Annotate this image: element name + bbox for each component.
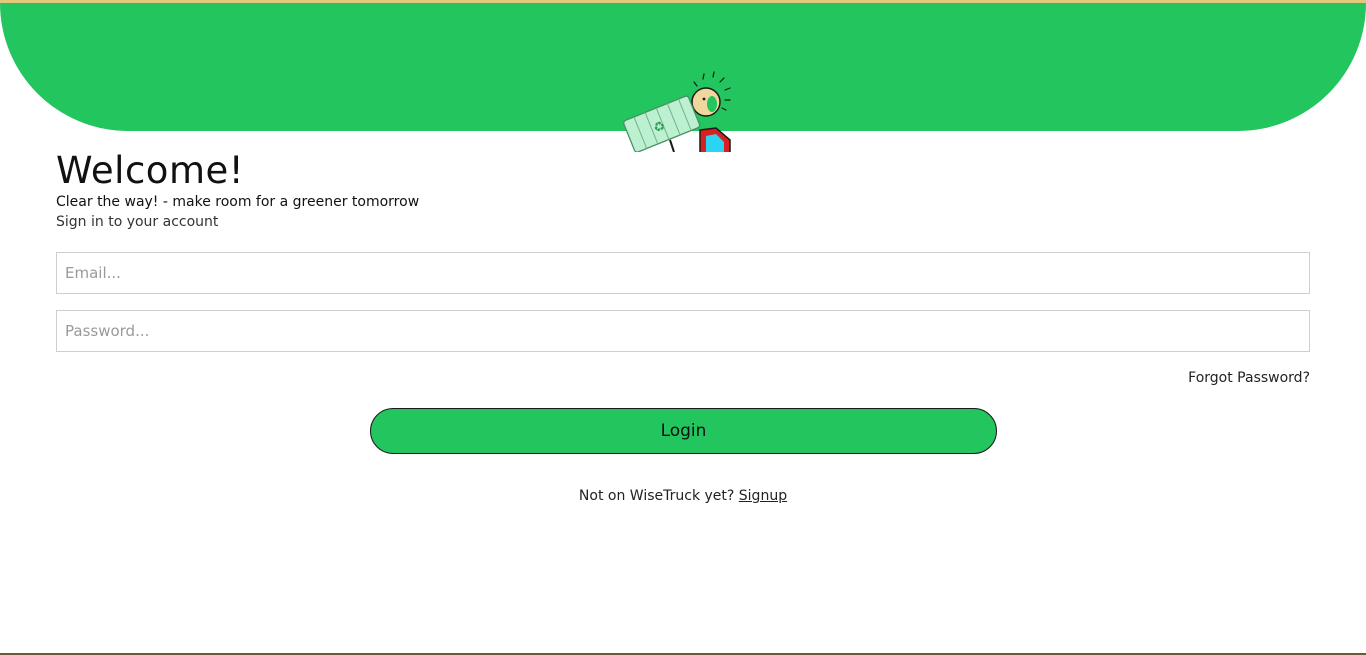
email-field[interactable] [56,252,1310,294]
tagline: Clear the way! - make room for a greener… [56,194,420,210]
signup-row: Not on WiseTruck yet? Signup [0,487,1366,505]
sign-in-subtitle: Sign in to your account [56,214,219,230]
signup-link[interactable]: Signup [739,488,787,504]
password-field[interactable] [56,310,1310,352]
recycling-bin-mascot-icon: ♻ [620,68,740,152]
forgot-password-link[interactable]: Forgot Password? [1188,369,1310,387]
page-title: Welcome! [56,149,245,192]
signup-prompt: Not on WiseTruck yet? [578,488,735,504]
mascot-face [707,96,717,112]
login-button[interactable]: Login [370,408,997,454]
recycling-bin-icon: ♻ [623,95,701,152]
login-page: ♻ Welcome! Clear the way! - make room fo… [0,0,1366,655]
